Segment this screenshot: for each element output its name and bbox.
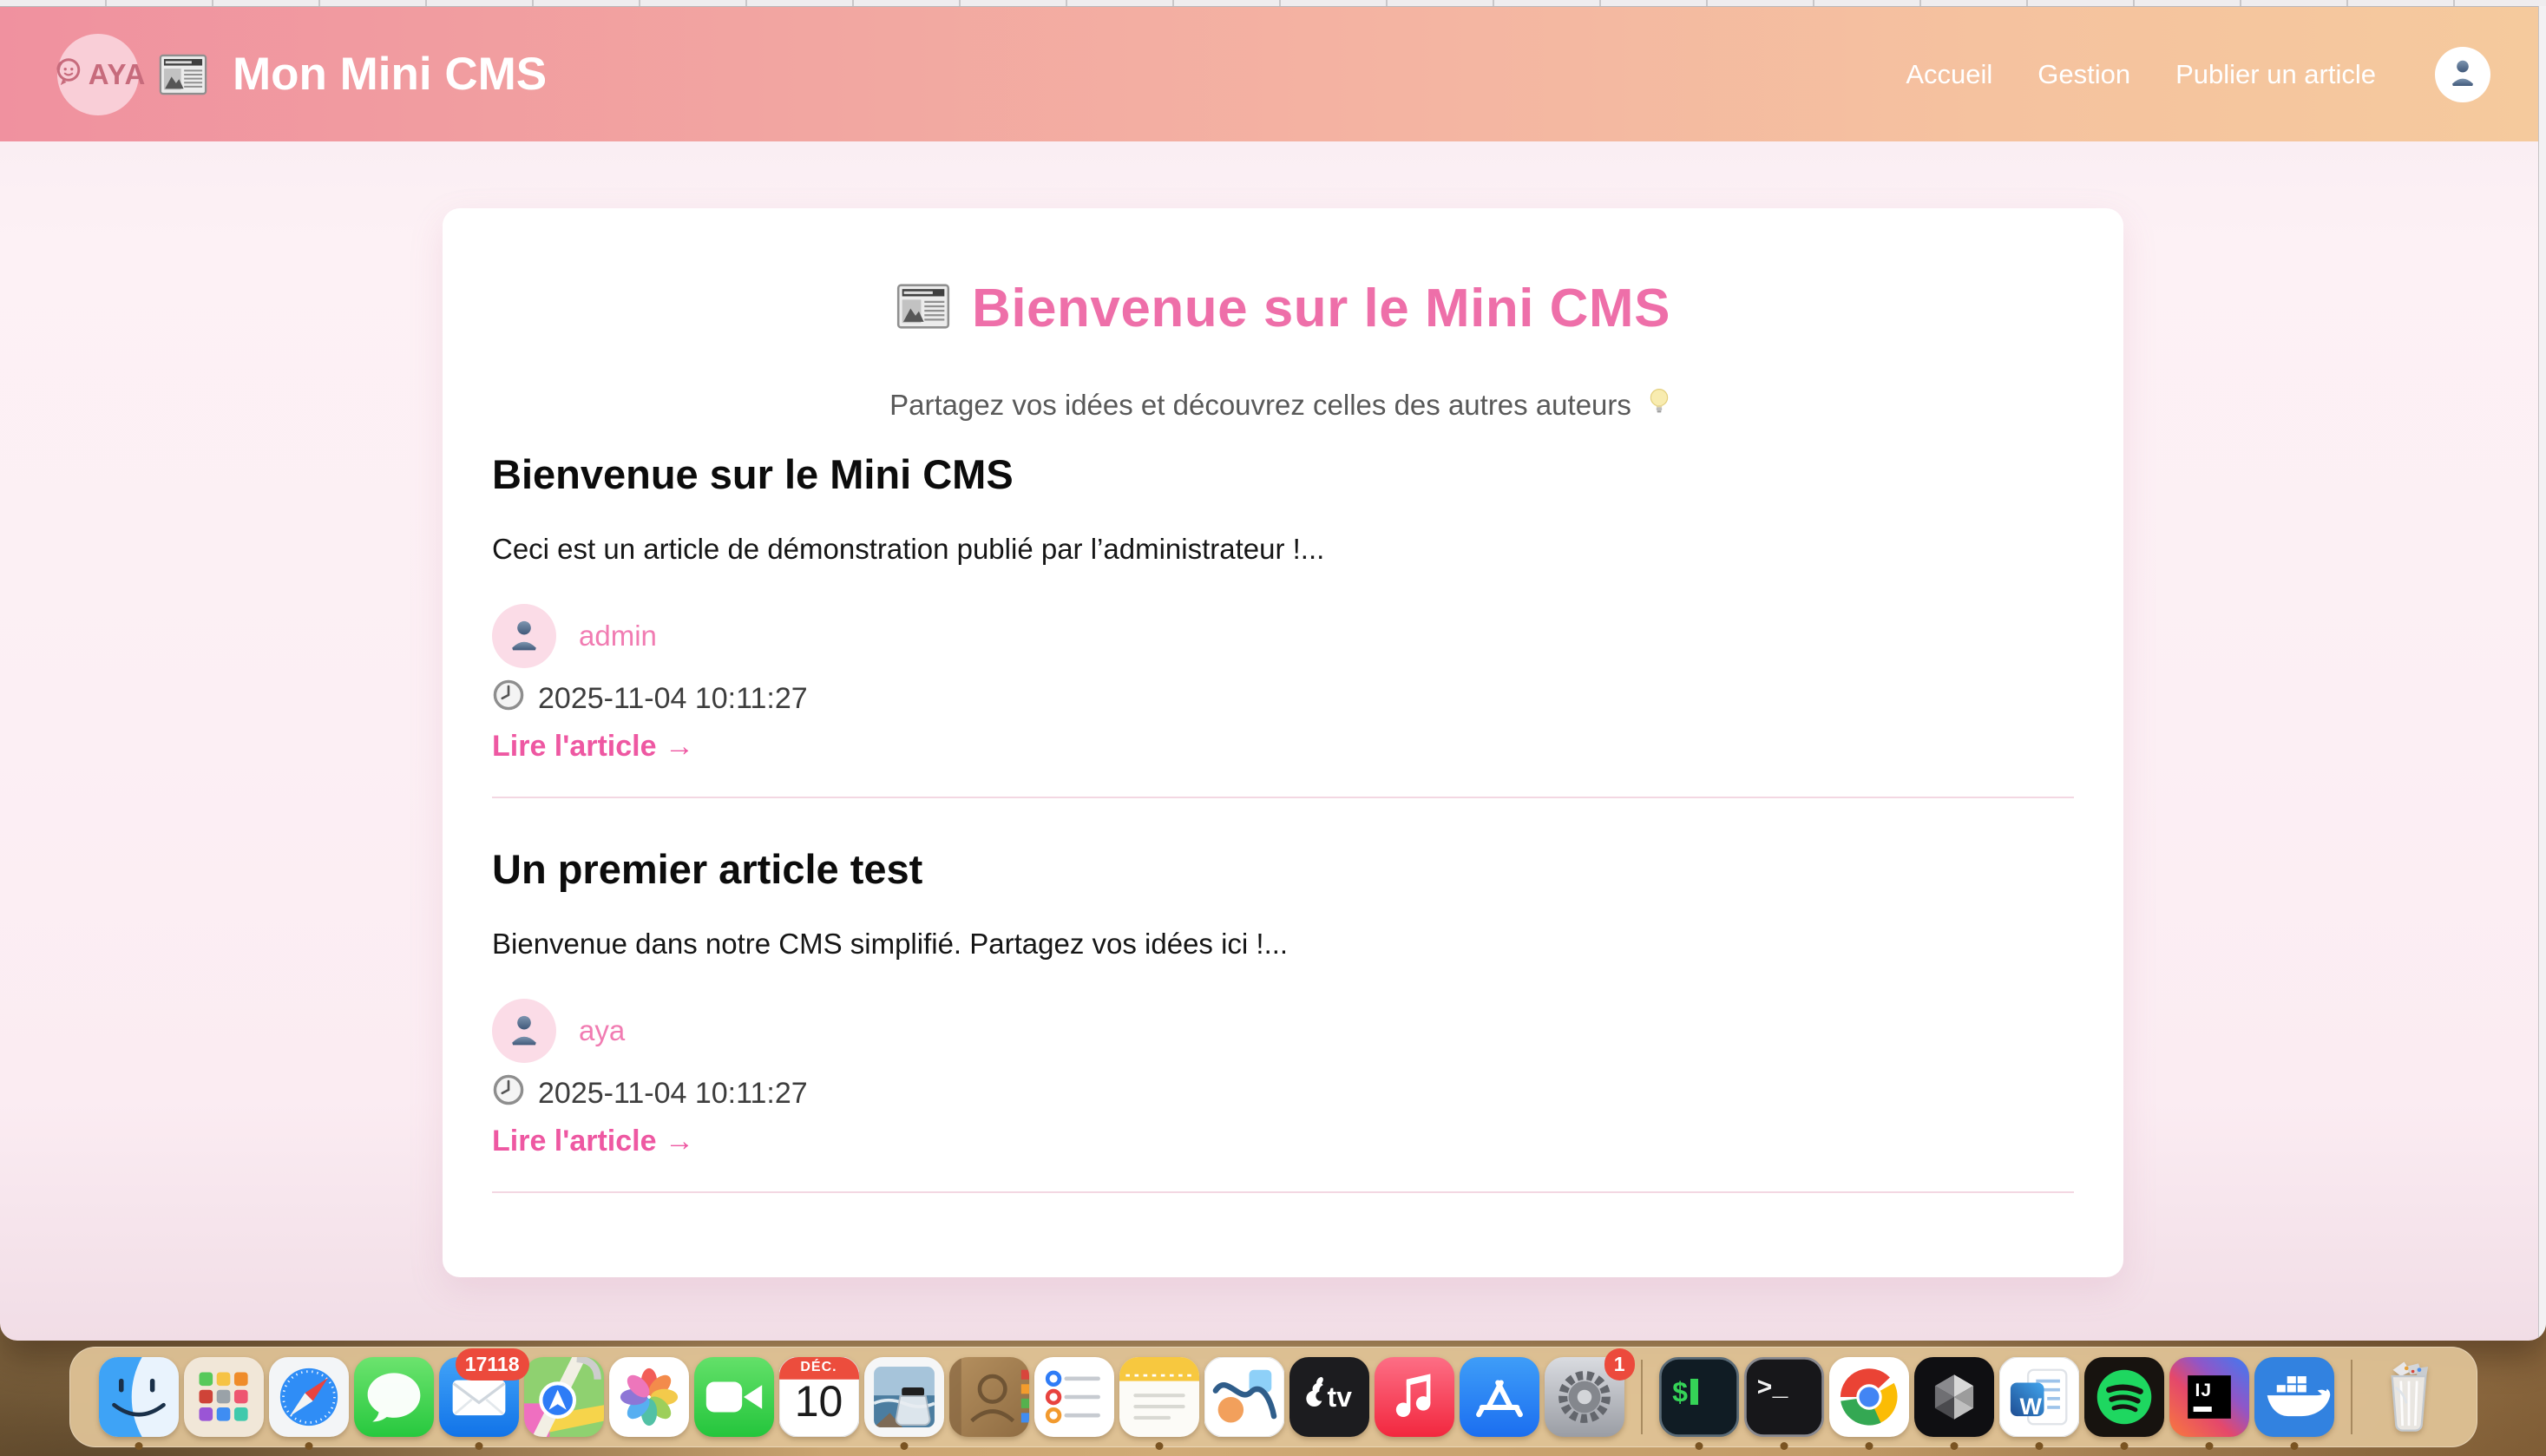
appletv-label: tv bbox=[1328, 1381, 1352, 1413]
mail-badge: 17118 bbox=[456, 1348, 529, 1381]
user-avatar[interactable] bbox=[2435, 47, 2490, 102]
content-card: Bienvenue sur le Mini CMS Partagez vos i… bbox=[443, 208, 2123, 1277]
person-bust-icon bbox=[2445, 55, 2480, 94]
dock-reminders-icon[interactable] bbox=[1034, 1357, 1114, 1437]
page-subtitle: Partagez vos idées et découvrez celles d… bbox=[492, 384, 2074, 426]
dock-finder-icon[interactable] bbox=[99, 1357, 179, 1437]
dock-intellij-icon[interactable]: IJ bbox=[2169, 1357, 2249, 1437]
article-excerpt: Bienvenue dans notre CMS simplifié. Part… bbox=[492, 928, 2074, 961]
article-title: Bienvenue sur le Mini CMS bbox=[492, 450, 2074, 498]
terminal-prompt-label: >_ bbox=[1757, 1374, 1788, 1404]
article-date-text: 2025-11-04 10:11:27 bbox=[538, 1077, 808, 1111]
dock-mail-icon[interactable]: 17118 bbox=[439, 1357, 519, 1437]
dock-freeform-icon[interactable] bbox=[1204, 1357, 1284, 1437]
person-bust-icon bbox=[504, 1009, 544, 1053]
page-title-text: Bienvenue sur le Mini CMS bbox=[972, 278, 1670, 339]
dock-preview-icon[interactable] bbox=[864, 1357, 944, 1437]
article-item: Bienvenue sur le Mini CMS Ceci est un ar… bbox=[492, 450, 2074, 798]
dock-notes-icon[interactable] bbox=[1119, 1357, 1199, 1437]
iterm-prompt-label: $ bbox=[1672, 1378, 1689, 1410]
avatar bbox=[492, 604, 556, 668]
page-title: Bienvenue sur le Mini CMS bbox=[492, 278, 2074, 339]
nav-publier[interactable]: Publier un article bbox=[2175, 59, 2376, 90]
article-date-text: 2025-11-04 10:11:27 bbox=[538, 682, 808, 716]
newspaper-icon bbox=[896, 279, 951, 338]
aya-face-icon bbox=[50, 54, 87, 95]
dock-launchpad-icon[interactable] bbox=[184, 1357, 264, 1437]
article-item: Un premier article test Bienvenue dans n… bbox=[492, 845, 2074, 1193]
cursor-block bbox=[1690, 1379, 1698, 1405]
clock-icon bbox=[492, 679, 525, 719]
dock-chrome-icon[interactable] bbox=[1829, 1357, 1909, 1437]
dock-word-icon[interactable]: W bbox=[1999, 1357, 2079, 1437]
read-article-link[interactable]: Lire l'article → bbox=[492, 1125, 694, 1158]
read-article-link[interactable]: Lire l'article → bbox=[492, 730, 694, 764]
main-nav: Accueil Gestion Publier un article bbox=[1906, 47, 2490, 102]
dock-trash-icon[interactable] bbox=[2369, 1357, 2449, 1437]
dock-separator bbox=[2351, 1360, 2352, 1434]
author-name: aya bbox=[579, 1014, 625, 1047]
dock-terminal-icon[interactable]: >_ bbox=[1744, 1357, 1824, 1437]
word-label: W bbox=[2020, 1394, 2042, 1420]
aya-logo-text: AYA bbox=[89, 58, 147, 91]
settings-badge: 1 bbox=[1604, 1348, 1635, 1381]
browser-window: AYA Mon Mini CMS Accueil Gestion Publier… bbox=[0, 0, 2546, 1341]
intellij-label: IJ bbox=[2195, 1381, 2213, 1401]
browser-tab-strip[interactable] bbox=[0, 0, 2546, 7]
dock-appstore-icon[interactable] bbox=[1460, 1357, 1539, 1437]
dock-messages-icon[interactable] bbox=[354, 1357, 434, 1437]
dock-calendar-icon[interactable]: DÉC. 10 bbox=[779, 1357, 859, 1437]
site-title: Mon Mini CMS bbox=[233, 48, 547, 101]
dock-iterm-icon[interactable]: $ bbox=[1659, 1357, 1739, 1437]
clock-icon bbox=[492, 1073, 525, 1114]
dock-safari-icon[interactable] bbox=[269, 1357, 349, 1437]
article-date: 2025-11-04 10:11:27 bbox=[492, 679, 2074, 719]
dock-settings-icon[interactable]: 1 bbox=[1545, 1357, 1624, 1437]
nav-accueil[interactable]: Accueil bbox=[1906, 59, 1992, 90]
article-author: admin bbox=[492, 604, 2074, 668]
site-header: AYA Mon Mini CMS Accueil Gestion Publier… bbox=[0, 7, 2546, 141]
newspaper-icon bbox=[158, 49, 208, 100]
dock-maps-icon[interactable] bbox=[524, 1357, 604, 1437]
lightbulb-icon bbox=[1642, 384, 1677, 426]
dock-spotify-icon[interactable] bbox=[2084, 1357, 2164, 1437]
dock-appletv-icon[interactable]: tv bbox=[1289, 1357, 1369, 1437]
dock-unity-icon[interactable] bbox=[1914, 1357, 1994, 1437]
article-author: aya bbox=[492, 999, 2074, 1063]
calendar-month-label: DÉC. bbox=[779, 1360, 859, 1375]
scrollbar[interactable] bbox=[2538, 6, 2546, 1341]
nav-gestion[interactable]: Gestion bbox=[2037, 59, 2130, 90]
dock: 17118 DÉC. 10 tv 1 bbox=[69, 1347, 2477, 1447]
calendar-day-label: 10 bbox=[779, 1376, 859, 1426]
dock-music-icon[interactable] bbox=[1375, 1357, 1454, 1437]
site-logo[interactable]: AYA Mon Mini CMS bbox=[57, 34, 547, 115]
dock-facetime-icon[interactable] bbox=[694, 1357, 774, 1437]
dock-separator bbox=[1641, 1360, 1643, 1434]
avatar bbox=[492, 999, 556, 1063]
person-bust-icon bbox=[504, 614, 544, 659]
article-excerpt: Ceci est un article de démonstration pub… bbox=[492, 533, 2074, 566]
dock-photos-icon[interactable] bbox=[609, 1357, 689, 1437]
dock-contacts-icon[interactable] bbox=[949, 1357, 1029, 1437]
aya-logo-badge: AYA bbox=[57, 34, 139, 115]
dock-docker-icon[interactable] bbox=[2254, 1357, 2334, 1437]
page-subtitle-text: Partagez vos idées et découvrez celles d… bbox=[889, 389, 1631, 422]
author-name: admin bbox=[579, 620, 657, 653]
article-date: 2025-11-04 10:11:27 bbox=[492, 1073, 2074, 1114]
article-title: Un premier article test bbox=[492, 845, 2074, 893]
